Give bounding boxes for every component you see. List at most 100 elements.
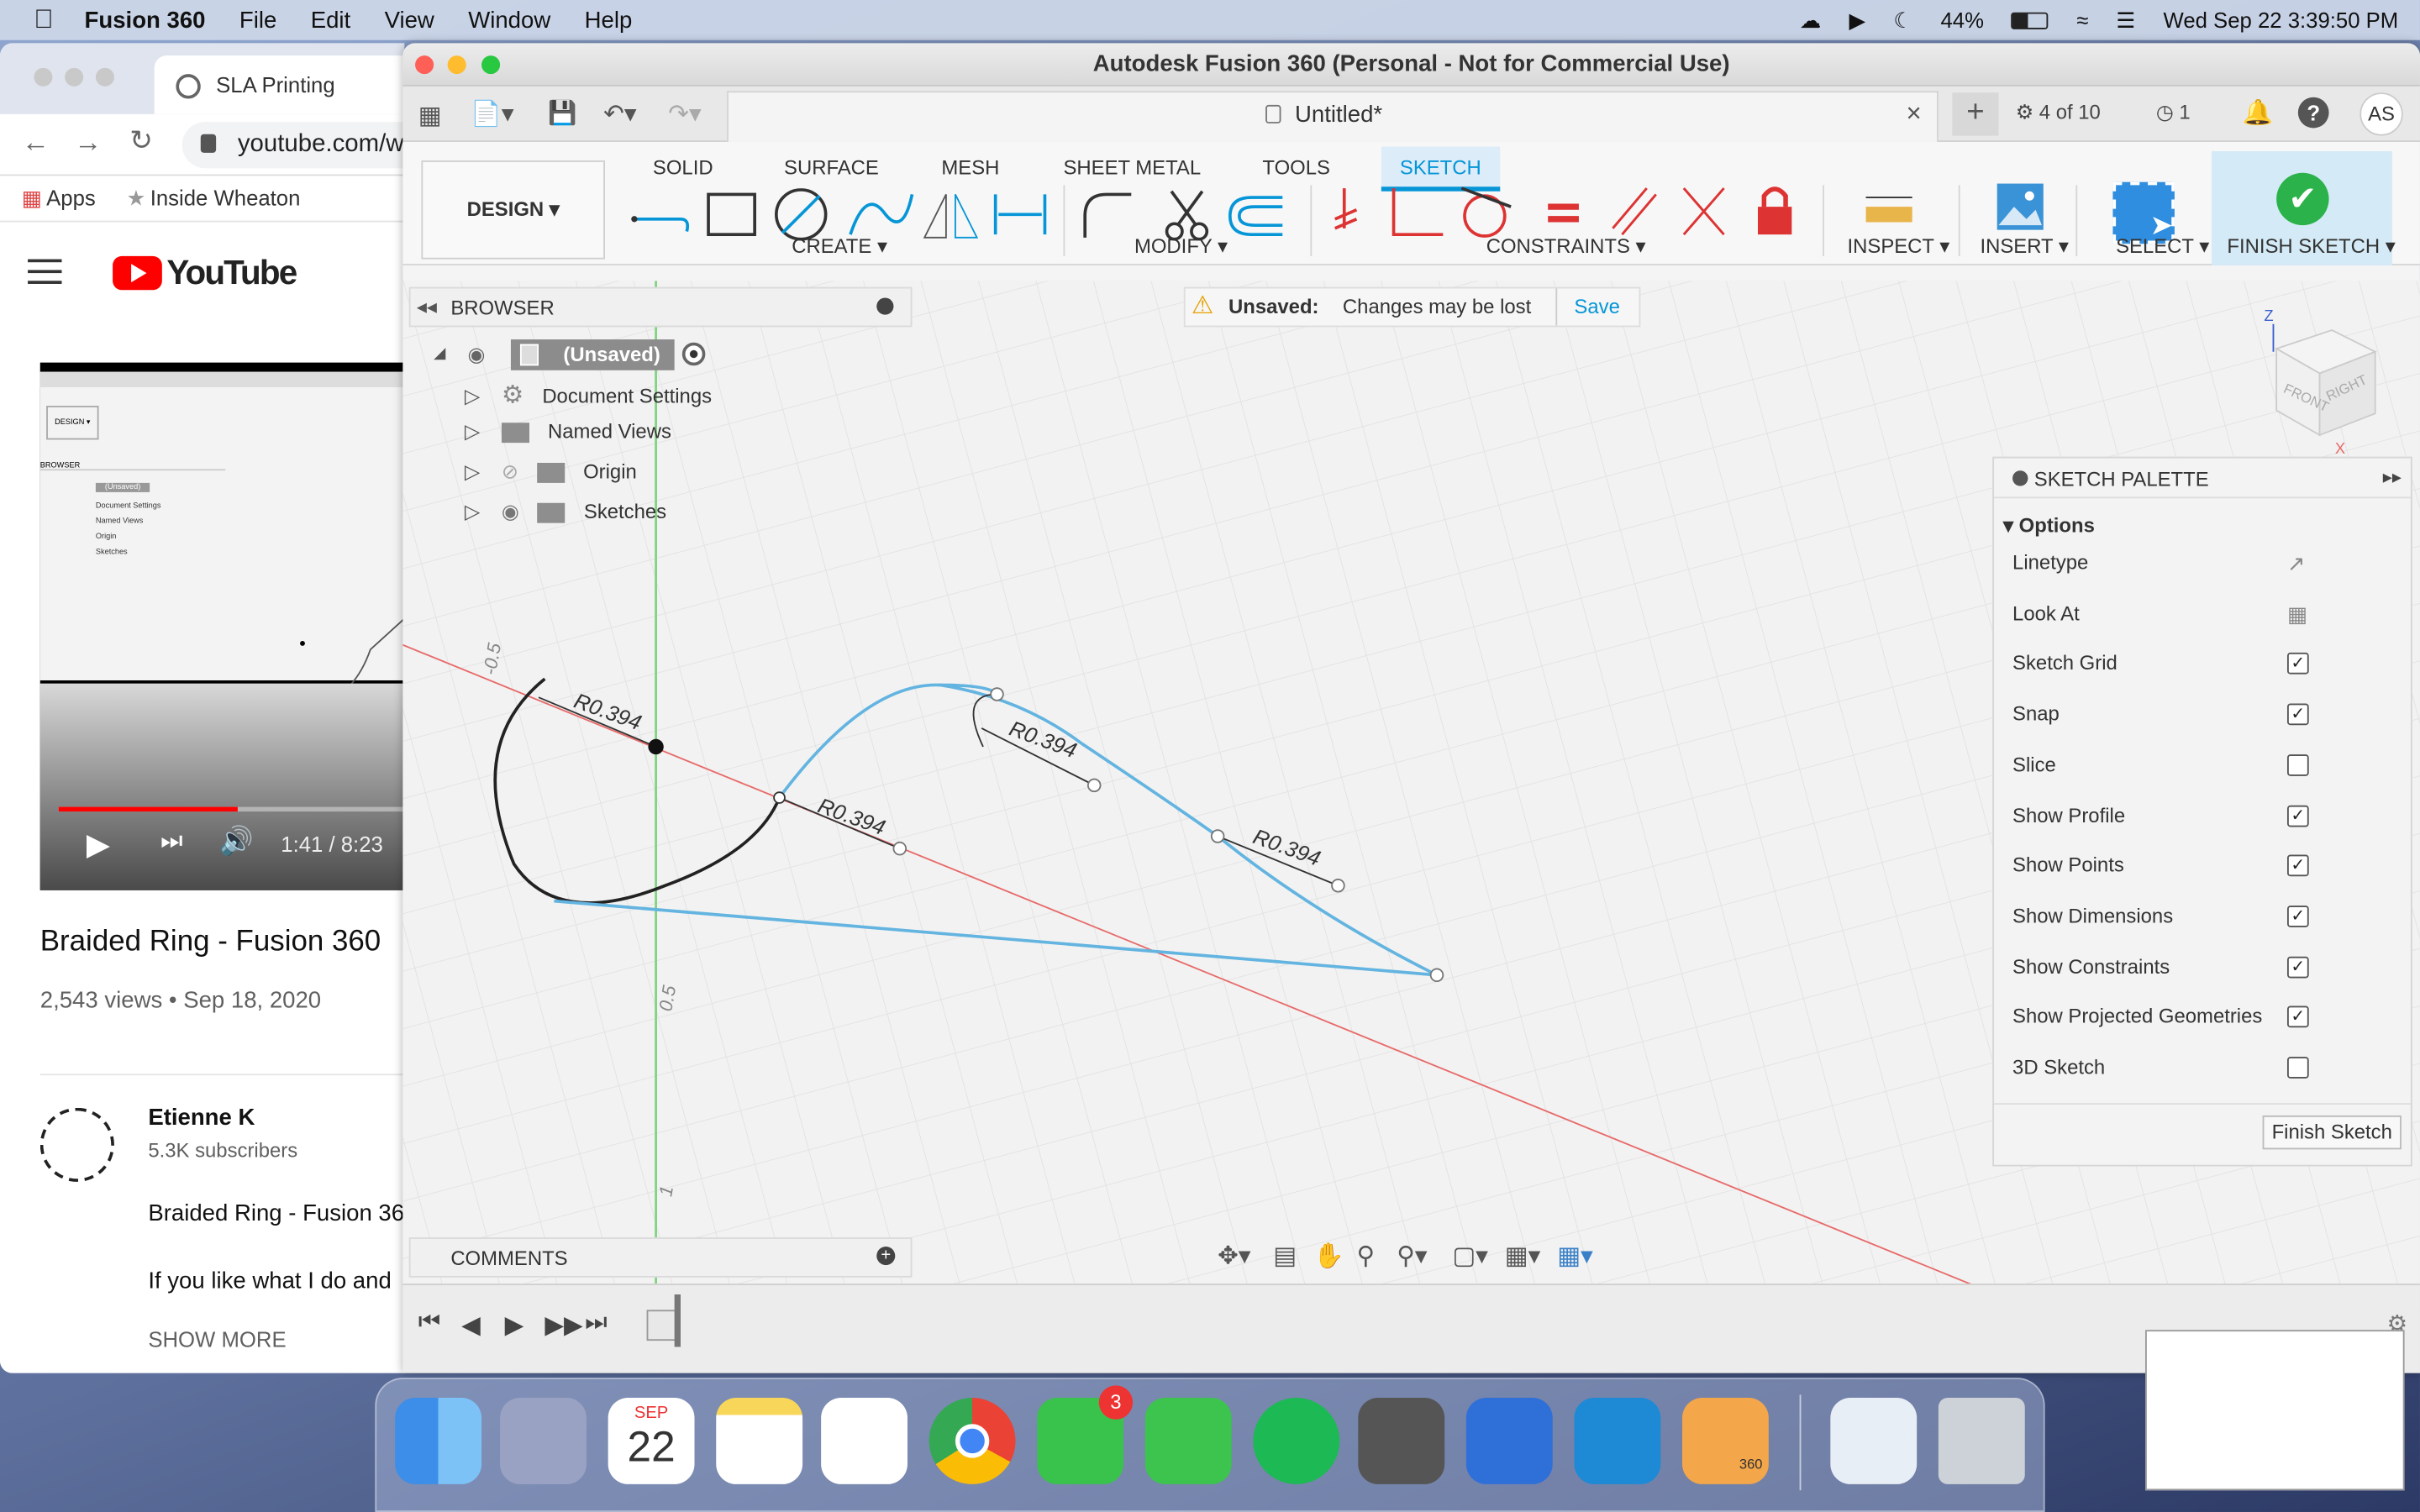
pan-icon[interactable]: ✋ (1313, 1241, 1344, 1272)
channel-name[interactable]: Etienne K (148, 1105, 255, 1131)
modify-menu[interactable]: MODIFY ▾ (1134, 234, 1228, 259)
insert-menu[interactable]: INSERT ▾ (1980, 234, 2068, 259)
rectangle-tool-icon[interactable] (707, 192, 756, 237)
file-menu-icon[interactable]: 📄▾ (471, 99, 513, 130)
battery-icon[interactable] (2012, 11, 2049, 29)
checkbox[interactable]: ✓ (2286, 703, 2309, 726)
fit-icon[interactable]: ⚲▾ (1397, 1241, 1427, 1272)
tab-sla-printing[interactable]: SLA Printing (154, 55, 405, 114)
line-tool-icon[interactable] (631, 216, 690, 232)
save-icon[interactable]: 💾 (548, 99, 576, 126)
expand-arrow-icon[interactable]: ▷ (465, 420, 480, 444)
tab-surface[interactable]: SURFACE (784, 156, 879, 180)
root-component[interactable]: (Unsaved) (510, 339, 675, 370)
checkbox[interactable]: ✓ (2286, 1006, 2309, 1028)
sketch-point[interactable] (1210, 829, 1225, 843)
zoom-button[interactable] (95, 67, 114, 87)
timeline-first-icon[interactable]: ⏮ (418, 1310, 440, 1337)
look-at-icon[interactable]: ▦ (2287, 601, 2307, 627)
play-icon[interactable]: ▶ (1849, 7, 1866, 33)
spline-tool-icon[interactable] (849, 194, 914, 235)
control-center-icon[interactable]: ☰ (2116, 7, 2135, 33)
trim-tool-icon[interactable] (1165, 190, 1209, 241)
finder-icon[interactable] (395, 1398, 482, 1484)
tree-item-origin[interactable]: ▷ ⊘ Origin (465, 459, 637, 484)
viewports-icon[interactable]: ▦▾ (1557, 1241, 1593, 1272)
mirror-tool-icon[interactable] (923, 194, 979, 239)
play-icon[interactable]: ▶ (87, 826, 110, 864)
spotify-icon[interactable] (1253, 1398, 1340, 1484)
expand-arrow-icon[interactable]: ▷ (465, 500, 480, 523)
viewcube[interactable]: FRONT RIGHT Z X (2254, 302, 2393, 457)
help-icon[interactable]: ? (2297, 97, 2329, 129)
checkbox[interactable]: ✓ (2286, 653, 2309, 675)
tree-item-named-views[interactable]: ▷ Named Views (465, 420, 671, 444)
job-status[interactable]: ⚙ 4 of 10 (2016, 100, 2101, 124)
forward-icon[interactable]: → (74, 127, 102, 160)
recovery-status[interactable]: ◷ 1 (2156, 100, 2191, 124)
data-panel-icon[interactable]: ▦ (418, 100, 442, 131)
workspace-switcher[interactable]: DESIGN ▾ (421, 160, 605, 260)
menu-edit[interactable]: Edit (311, 7, 350, 33)
progress-bar[interactable] (58, 806, 405, 812)
select-menu[interactable]: SELECT ▾ (2116, 234, 2209, 259)
browser-minimize-icon[interactable] (876, 297, 894, 315)
notes-icon[interactable] (716, 1398, 803, 1484)
volume-icon[interactable]: 🔊 (219, 826, 254, 858)
trash-icon[interactable] (1938, 1398, 2025, 1484)
equal-constraint-icon[interactable] (1548, 203, 1579, 223)
close-button[interactable] (415, 55, 434, 75)
calculator-icon[interactable] (1358, 1398, 1445, 1484)
minimize-button[interactable] (65, 67, 84, 87)
inspect-menu[interactable]: INSPECT ▾ (1848, 234, 1950, 259)
save-link[interactable]: Save (1574, 288, 1619, 325)
sketch-point[interactable] (990, 687, 1004, 701)
perpendicular-constraint-icon[interactable] (1682, 187, 1725, 236)
tree-item-document-settings[interactable]: ▷ ⚙ Document Settings (465, 380, 712, 411)
close-tab-icon[interactable]: × (1906, 99, 1921, 130)
menu-help[interactable]: Help (585, 7, 633, 33)
checkbox[interactable] (2286, 1057, 2309, 1079)
launchpad-icon[interactable] (500, 1398, 587, 1484)
insert-image-icon[interactable] (1996, 182, 2045, 232)
activate-radio-icon[interactable] (681, 342, 706, 366)
hamburger-icon[interactable] (28, 259, 62, 284)
coincident-constraint-icon[interactable] (1334, 188, 1358, 230)
youtube-logo-icon[interactable] (113, 255, 162, 291)
reload-icon[interactable]: ↻ (129, 125, 153, 158)
undo-icon[interactable]: ↶▾ (603, 99, 636, 130)
back-icon[interactable]: ← (22, 127, 50, 160)
eye-icon[interactable]: ◉ (502, 500, 519, 523)
palette-expand-icon[interactable]: ▸▸ (2383, 466, 2402, 488)
linetype-icon[interactable]: ↗ (2287, 551, 2306, 577)
sketch-point[interactable] (1429, 968, 1444, 983)
constraints-menu[interactable]: CONSTRAINTS ▾ (1486, 234, 1646, 259)
display-settings-icon[interactable]: ▢▾ (1452, 1241, 1488, 1272)
horizontal-vertical-constraint-icon[interactable] (1392, 188, 1444, 237)
expand-arrow-icon[interactable]: ▷ (465, 384, 480, 407)
minimize-button[interactable] (447, 55, 466, 75)
chrome-icon[interactable] (929, 1398, 1016, 1484)
calendar-icon[interactable]: SEP 22 (608, 1398, 695, 1484)
moon-icon[interactable]: ☾ (1893, 7, 1912, 33)
timeline-back-icon[interactable]: ◀ (461, 1310, 481, 1341)
sketch-point[interactable] (892, 841, 908, 856)
dimension-tool-icon[interactable] (993, 194, 1047, 235)
zoom-button[interactable] (481, 55, 501, 75)
next-icon[interactable]: ⏭ (160, 828, 182, 856)
notification-bell-icon[interactable]: 🔔 (2243, 97, 2274, 129)
timeline-play-icon[interactable]: ▶ (505, 1310, 524, 1341)
tab-mesh[interactable]: MESH (941, 156, 999, 180)
clock[interactable]: Wed Sep 22 3:39:50 PM (2164, 8, 2399, 32)
document-tab[interactable]: Untitled* × (727, 91, 1939, 142)
new-tab-icon[interactable]: + (1952, 92, 1999, 136)
tab-solid[interactable]: SOLID (653, 156, 713, 180)
checkbox[interactable]: ✓ (2286, 905, 2309, 927)
sketch-point[interactable] (1086, 778, 1102, 793)
app-menu[interactable]: Fusion 360 (85, 7, 206, 33)
checkbox[interactable] (2286, 753, 2309, 776)
show-more-button[interactable]: SHOW MORE (148, 1327, 286, 1352)
finish-sketch-icon[interactable]: ✔ (2276, 172, 2329, 226)
viewport-canvas[interactable]: R0.394 R0.394 R0.394 R0.394 -0.5 0.5 1 ◂… (402, 281, 2420, 1284)
pen-app-icon[interactable] (1465, 1398, 1553, 1484)
